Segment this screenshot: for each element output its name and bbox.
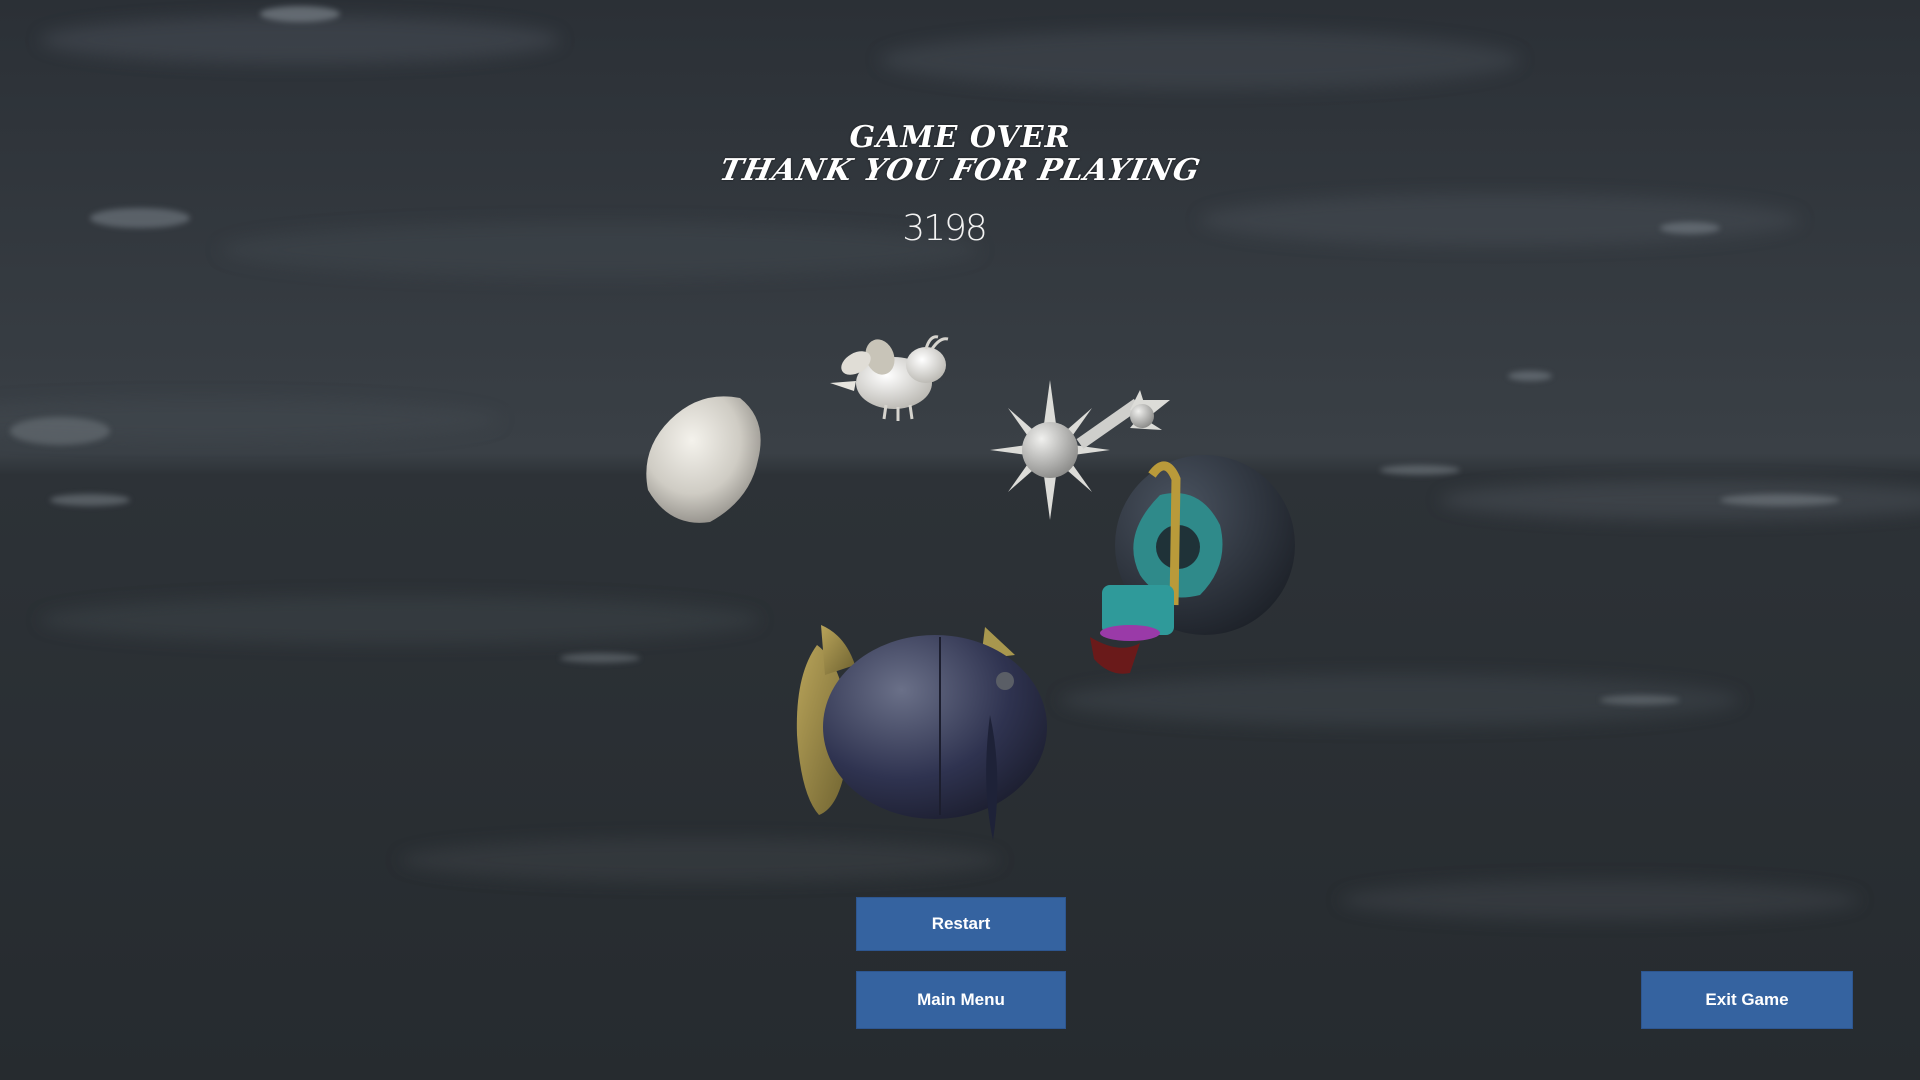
armored-fish-model — [796, 625, 1047, 840]
game-over-title: GAME OVER — [849, 120, 1071, 155]
main-menu-button[interactable]: Main Menu — [856, 971, 1066, 1029]
main-menu-button-label: Main Menu — [917, 990, 1005, 1009]
exit-game-button[interactable]: Exit Game — [1641, 971, 1853, 1029]
game-over-screen: GAME OVER THANK YOU FOR PLAYING 3198 Res… — [0, 0, 1920, 1080]
final-score: 3198 — [902, 208, 988, 249]
rock-model — [646, 396, 761, 523]
restart-button[interactable]: Restart — [856, 897, 1066, 951]
bomb-creature-model — [1090, 455, 1295, 674]
exit-game-button-label: Exit Game — [1705, 990, 1789, 1009]
thank-you-message: THANK YOU FOR PLAYING — [716, 153, 1204, 188]
restart-button-label: Restart — [931, 914, 991, 933]
bee-model — [830, 335, 949, 421]
